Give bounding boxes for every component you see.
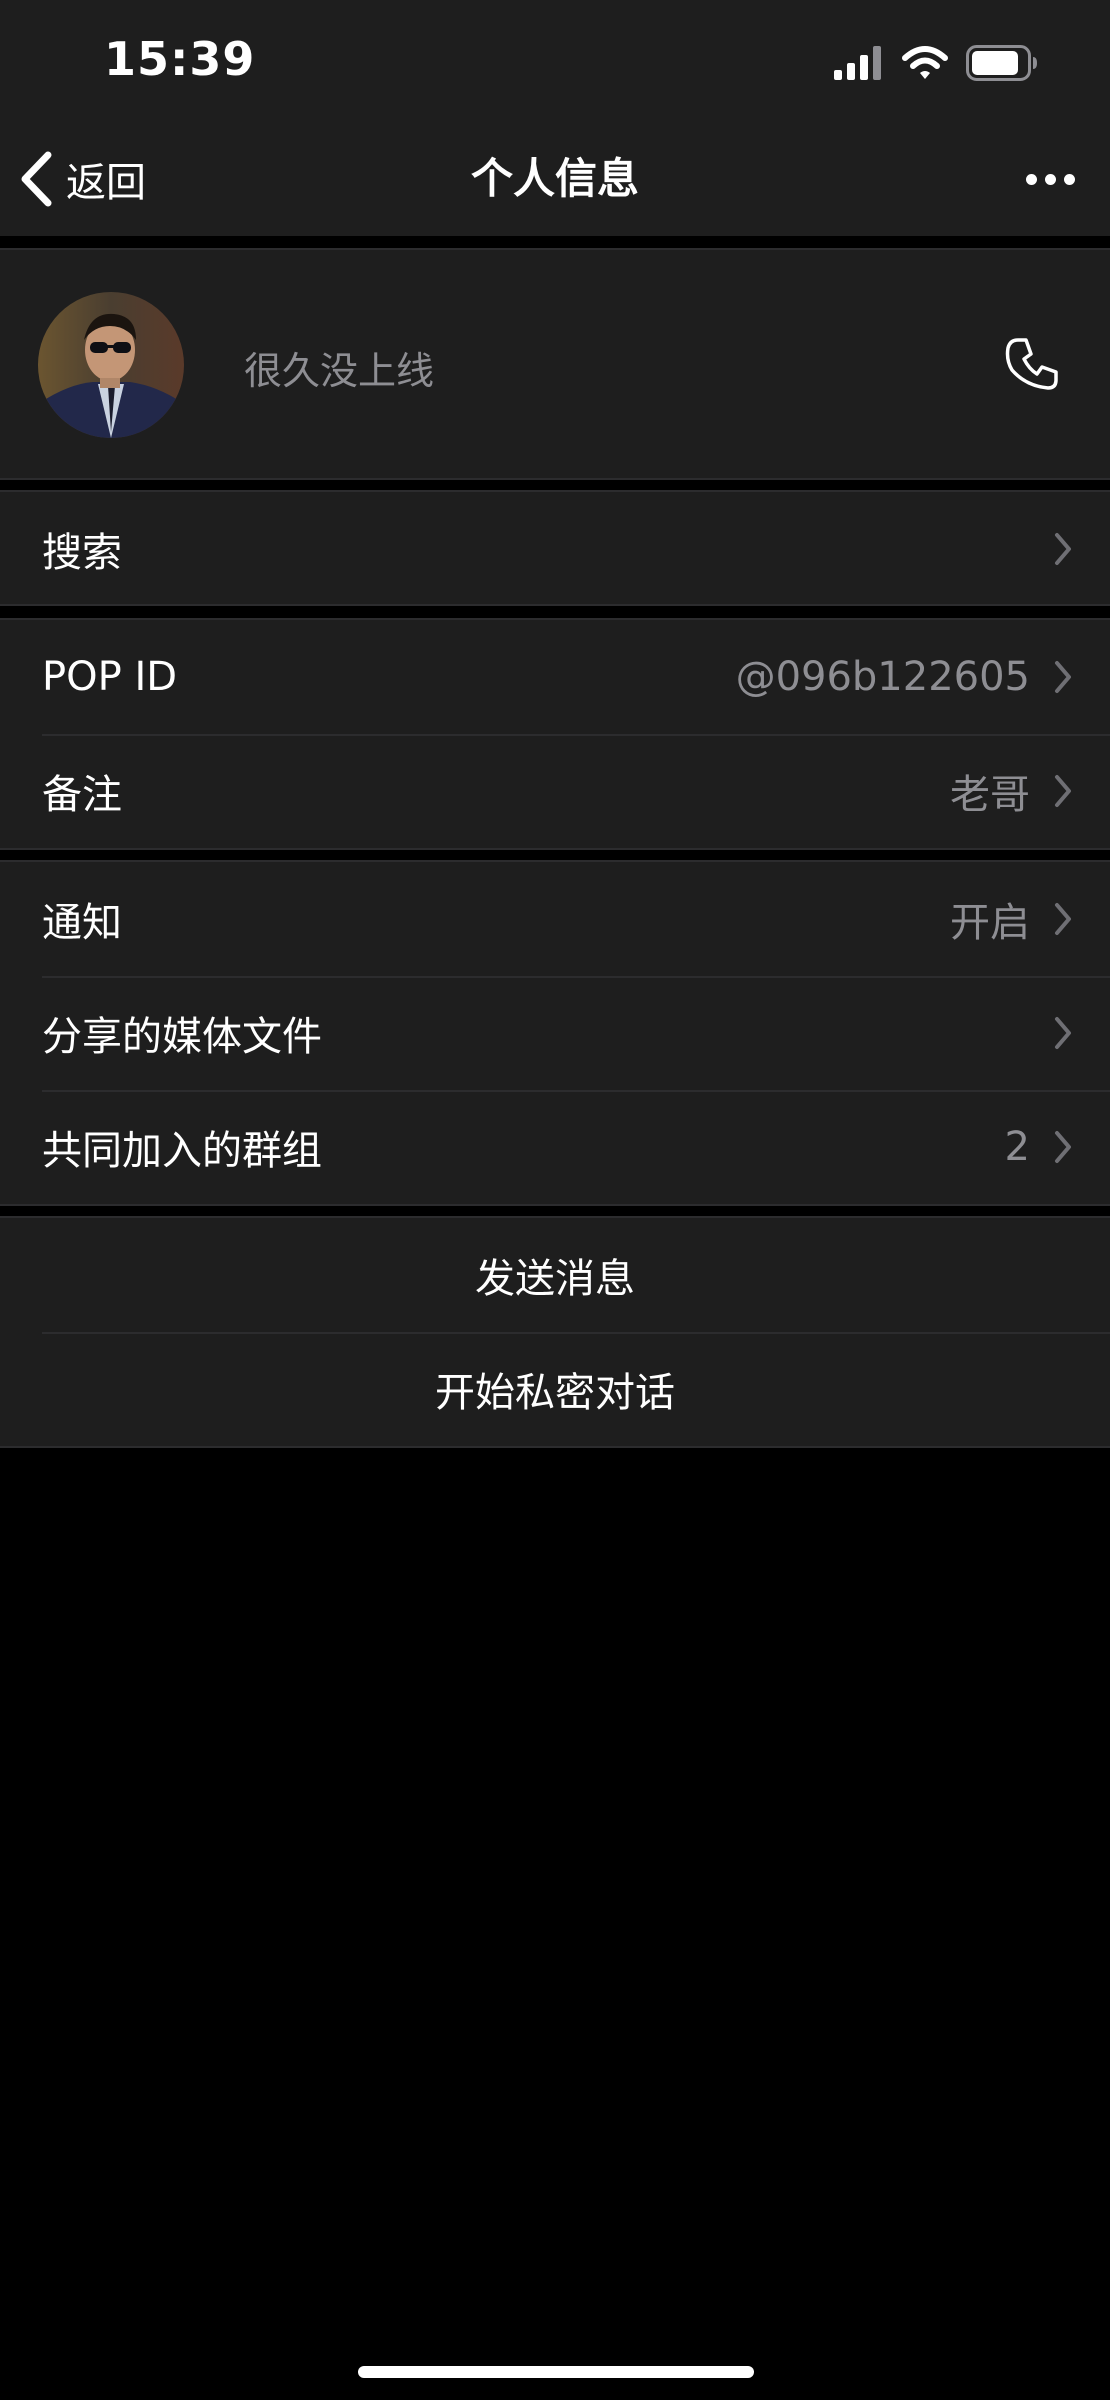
- pop-id-value: @096b122605: [735, 654, 1030, 700]
- chevron-right-icon: [1055, 1017, 1071, 1049]
- remark-label: 备注: [42, 772, 122, 818]
- send-message-button[interactable]: 发送消息: [0, 1218, 1110, 1332]
- chevron-right-icon: [1055, 661, 1071, 693]
- search-section: 搜索: [0, 490, 1110, 606]
- chevron-right-icon: [1055, 1131, 1071, 1163]
- chevron-right-icon: [1055, 903, 1071, 935]
- notification-value: 开启: [950, 900, 1030, 946]
- shared-media-label: 分享的媒体文件: [42, 1014, 322, 1060]
- pop-id-label: POP ID: [42, 654, 178, 700]
- back-button[interactable]: 返回: [16, 146, 146, 212]
- notification-row[interactable]: 通知 开启: [0, 862, 1110, 976]
- secret-chat-button[interactable]: 开始私密对话: [0, 1332, 1110, 1446]
- home-indicator[interactable]: [358, 2366, 754, 2378]
- send-message-label: 发送消息: [475, 1256, 635, 1302]
- header-area: 15:39 返回 个人信息: [0, 0, 1110, 236]
- page-title: 个人信息: [470, 154, 639, 203]
- avatar[interactable]: [38, 292, 184, 438]
- signal-icon: [834, 46, 881, 80]
- search-row[interactable]: 搜索: [0, 492, 1110, 606]
- more-dots-icon: [1025, 173, 1037, 185]
- remark-row[interactable]: 备注 老哥: [0, 734, 1110, 848]
- status-time: 15:39: [104, 32, 256, 86]
- id-section: POP ID @096b122605 备注 老哥: [0, 618, 1110, 850]
- settings-section: 通知 开启 分享的媒体文件 共同加入的群组 2: [0, 860, 1110, 1206]
- actions-section: 发送消息 开始私密对话: [0, 1216, 1110, 1448]
- profile-card: 很久没上线: [0, 248, 1110, 480]
- chevron-right-icon: [1055, 775, 1071, 807]
- pop-id-row[interactable]: POP ID @096b122605: [0, 620, 1110, 734]
- online-status: 很久没上线: [244, 349, 435, 393]
- phone-icon: [1005, 338, 1058, 390]
- chevron-right-icon: [1055, 533, 1071, 565]
- common-groups-count: 2: [1004, 1124, 1030, 1170]
- call-button[interactable]: [996, 328, 1068, 400]
- more-dots-icon: [1063, 173, 1075, 185]
- more-dots-icon: [1044, 173, 1056, 185]
- common-groups-label: 共同加入的群组: [42, 1128, 322, 1174]
- profile-screen: 15:39 返回 个人信息 很久没上线 搜索 POP ID @096b12260…: [0, 0, 1110, 2400]
- search-label: 搜索: [42, 530, 122, 576]
- avatar-image: [38, 292, 184, 438]
- status-icons: [834, 42, 1038, 84]
- wifi-icon: [902, 46, 948, 79]
- notification-label: 通知: [42, 900, 122, 946]
- secret-chat-label: 开始私密对话: [435, 1370, 675, 1416]
- back-label: 返回: [66, 160, 146, 206]
- shared-media-row[interactable]: 分享的媒体文件: [0, 976, 1110, 1090]
- remark-value: 老哥: [950, 772, 1030, 818]
- battery-icon: [966, 45, 1037, 81]
- common-groups-row[interactable]: 共同加入的群组 2: [0, 1090, 1110, 1204]
- chevron-left-icon: [21, 151, 52, 207]
- more-button[interactable]: [1008, 150, 1092, 208]
